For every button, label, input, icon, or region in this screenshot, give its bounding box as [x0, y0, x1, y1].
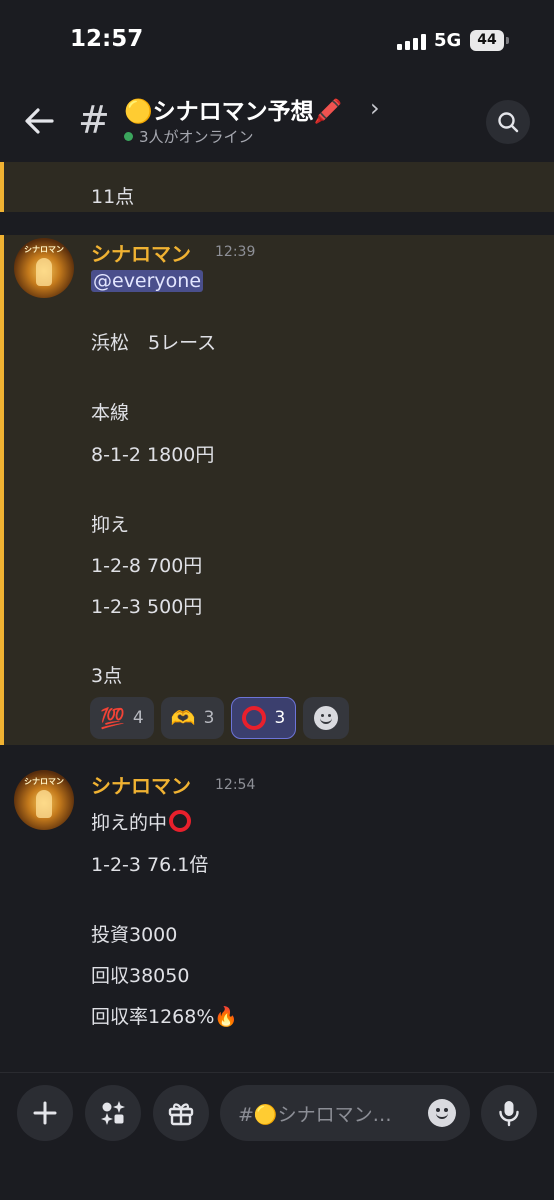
hit-text: 抑え的中 [91, 812, 168, 834]
avatar-logo-text: シナロマン [24, 777, 64, 786]
red-circle-icon [242, 706, 267, 730]
avatar-logo-text: シナロマン [24, 245, 64, 254]
message-line: 3点 [91, 665, 123, 687]
hash-icon: # [78, 98, 110, 142]
prev-message-highlight: 11点 [0, 162, 554, 212]
crayon-emoji: 🖍️ [313, 99, 343, 125]
reactions-row: 💯 4 🫶 3 3 [90, 697, 350, 739]
everyone-mention[interactable]: @everyone [91, 270, 204, 292]
emoji-picker-icon[interactable] [428, 1099, 456, 1127]
online-dot-icon [124, 132, 133, 141]
red-circle-icon [169, 810, 192, 832]
voice-message-button[interactable] [481, 1085, 537, 1141]
channel-title[interactable]: 🟡シナロマン予想🖍️ [124, 92, 342, 126]
message-line: 8-1-2 1800円 [91, 444, 215, 466]
add-reaction-button[interactable] [303, 697, 350, 739]
channel-name: シナロマン予想 [152, 99, 314, 125]
battery-icon: 44 [470, 30, 504, 51]
add-attachment-button[interactable] [17, 1085, 73, 1141]
message-line: 本線 [91, 402, 130, 424]
message-line: 浜松 5レース [91, 332, 217, 354]
heart-hands-icon: 🫶 [170, 706, 196, 730]
author-name[interactable]: シナロマン [91, 770, 191, 799]
network-type: 5G [434, 30, 462, 51]
search-icon [498, 112, 519, 133]
message-line: 1-2-8 700円 [91, 555, 203, 577]
plus-icon [33, 1101, 57, 1125]
battery-tip [506, 37, 509, 44]
mention-highlight-bar [0, 162, 4, 212]
avatar-figure [36, 790, 52, 818]
message-line: 回収率1268%🔥 [91, 1006, 239, 1028]
message-line: 1-2-3 500円 [91, 596, 203, 618]
message-post-1[interactable] [0, 235, 554, 745]
composer-bar: #🟡シナロマン… [0, 1072, 554, 1200]
chevron-right-icon[interactable]: › [370, 94, 380, 122]
apps-sparkle-icon [101, 1101, 125, 1125]
reaction-count: 4 [132, 708, 144, 728]
online-status: 3人がオンライン [124, 126, 254, 147]
message-timestamp: 12:39 [215, 244, 256, 260]
status-bar: 12:57 5G 44 [0, 0, 554, 80]
reaction-count: 3 [203, 708, 215, 728]
channel-emoji: 🟡 [124, 99, 153, 125]
reaction-heart-hands[interactable]: 🫶 3 [160, 697, 225, 739]
message-input-placeholder: #🟡シナロマン… [238, 1104, 392, 1126]
reaction-count: 3 [274, 708, 286, 728]
reaction-circle[interactable]: 3 [231, 697, 297, 739]
apps-button[interactable] [85, 1085, 141, 1141]
message-line: 投資3000 [91, 924, 178, 946]
smiley-icon [314, 706, 339, 730]
hundred-points-icon: 💯 [100, 706, 125, 730]
author-name[interactable]: シナロマン [91, 238, 191, 267]
avatar[interactable]: シナロマン [14, 770, 74, 830]
message-line: 回収38050 [91, 965, 190, 987]
message-line: 1-2-3 76.1倍 [91, 854, 209, 876]
avatar[interactable]: シナロマン [14, 238, 74, 298]
signal-icon [397, 34, 427, 50]
channel-header: # 🟡シナロマン予想🖍️ › 3人がオンライン [0, 80, 554, 160]
gift-button[interactable] [153, 1085, 209, 1141]
mention-highlight-bar [0, 235, 4, 745]
reaction-100[interactable]: 💯 4 [90, 697, 154, 739]
message-line: 抑え [91, 514, 130, 536]
back-arrow-icon[interactable] [22, 104, 56, 138]
message-line: 抑え的中 [91, 808, 192, 835]
avatar-figure [36, 258, 52, 286]
search-button[interactable] [486, 100, 530, 144]
gift-icon [168, 1103, 194, 1126]
clock: 12:57 [70, 26, 144, 52]
message-input[interactable]: #🟡シナロマン… [220, 1085, 470, 1141]
online-count: 3人がオンライン [139, 128, 254, 146]
mention-line: @everyone [91, 270, 204, 292]
microphone-icon [499, 1101, 519, 1127]
message-line: 11点 [91, 186, 135, 208]
message-timestamp: 12:54 [215, 777, 256, 793]
